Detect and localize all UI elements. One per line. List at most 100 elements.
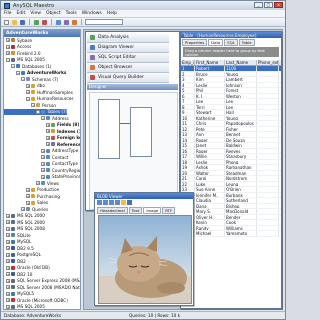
tree-node[interactable]: + DB2 10: [4, 271, 32, 277]
title-bar[interactable]: AnySQL Maestro _ □ x: [1, 1, 285, 10]
tree-node[interactable]: − MS SQL 2005: [4, 57, 45, 63]
table-cell[interactable]: Michael: [195, 231, 225, 236]
disconnect-icon[interactable]: [41, 19, 48, 26]
table-cell[interactable]: 3: [181, 77, 195, 82]
table-cell[interactable]: Claudia: [195, 198, 225, 203]
expand-icon[interactable]: +: [6, 291, 10, 296]
table-cell[interactable]: 1: [181, 66, 195, 71]
menu-object[interactable]: Object: [46, 11, 61, 16]
expand-icon[interactable]: +: [26, 187, 30, 192]
table-cell[interactable]: [257, 209, 279, 214]
tree-node[interactable]: + References (1): [4, 141, 80, 147]
expand-icon[interactable]: +: [6, 239, 10, 244]
expand-icon[interactable]: +: [6, 304, 10, 309]
table-cell[interactable]: Terri: [195, 104, 225, 109]
table-cell[interactable]: Baldwin: [225, 143, 257, 148]
expand-icon[interactable]: +: [26, 90, 30, 94]
expand-icon[interactable]: +: [26, 200, 30, 205]
tree-node[interactable]: − Tables (7): [4, 108, 68, 115]
table-cell[interactable]: [257, 93, 279, 98]
collapse-icon[interactable]: −: [21, 77, 25, 81]
table-cell[interactable]: Young: [225, 115, 257, 120]
table-cell[interactable]: Weston: [225, 93, 257, 98]
table-cell[interactable]: Ashok: [195, 165, 225, 170]
table-cell[interactable]: [257, 159, 279, 164]
menu-view[interactable]: View: [30, 11, 41, 16]
tree-node[interactable]: + MS SQL 2000: [4, 213, 45, 219]
collapse-icon[interactable]: −: [41, 116, 45, 120]
table-cell[interactable]: [257, 77, 279, 82]
table-cell[interactable]: Roger: [195, 148, 225, 153]
tree-node[interactable]: − AdventureWorks: [4, 70, 66, 76]
menu-tools[interactable]: Tools: [66, 11, 77, 16]
tree-node[interactable]: + Purchasing: [4, 193, 60, 199]
expand-icon[interactable]: +: [46, 142, 50, 146]
tree-node[interactable]: + MS SQL 2000: [4, 219, 45, 225]
designer-item[interactable]: Diagram Viewer: [87, 43, 169, 53]
table-cell[interactable]: [257, 214, 279, 219]
table-cell[interactable]: [257, 88, 279, 93]
table-cell[interactable]: Johnson: [225, 82, 257, 87]
column-header[interactable]: Last_Name: [225, 60, 257, 65]
table-cell[interactable]: [257, 225, 279, 230]
table-cell[interactable]: 17: [181, 154, 195, 159]
tree-node[interactable]: + MySQL: [4, 239, 31, 245]
table-cell[interactable]: 7: [181, 99, 195, 104]
expand-icon[interactable]: +: [46, 135, 50, 140]
expand-icon[interactable]: +: [26, 194, 30, 198]
table-cell[interactable]: [257, 198, 279, 203]
table-cell[interactable]: 12: [181, 126, 195, 131]
table-cell[interactable]: Papadopoulos: [225, 121, 257, 126]
expand-icon[interactable]: +: [46, 122, 50, 127]
table-cell[interactable]: Carol: [195, 176, 225, 181]
tree-node[interactable]: + Foreign keys (1): [4, 135, 80, 141]
tab-hexadecimal[interactable]: Hexadecimal: [97, 207, 128, 214]
table-cell[interactable]: Jennifer M.: [195, 192, 225, 197]
expand-icon[interactable]: +: [6, 278, 10, 283]
table-cell[interactable]: 13: [181, 132, 195, 137]
designer-item[interactable]: Visual Query Builder: [87, 73, 169, 83]
table-cell[interactable]: Reeves: [225, 148, 257, 153]
table-cell[interactable]: 6: [181, 93, 195, 98]
expand-icon[interactable]: +: [41, 148, 45, 153]
minimize-button[interactable]: _: [254, 2, 263, 8]
expand-icon[interactable]: +: [41, 174, 45, 179]
table-cell[interactable]: Hall: [225, 110, 257, 115]
column-header[interactable]: Phone_ext: [257, 60, 279, 65]
connect-icon[interactable]: [33, 19, 40, 26]
table-cell[interactable]: [257, 104, 279, 109]
expand-icon[interactable]: +: [6, 298, 10, 302]
table-cell[interactable]: 15: [181, 143, 195, 148]
table-cell[interactable]: Leung: [225, 181, 257, 186]
table-cell[interactable]: Lee: [225, 99, 257, 104]
column-header[interactable]: First_Name: [195, 60, 225, 65]
table-cell[interactable]: 18: [181, 159, 195, 164]
table-cell[interactable]: Lee: [195, 99, 225, 104]
table-cell[interactable]: K. J.: [195, 93, 225, 98]
table-cell[interactable]: Phil: [195, 88, 225, 93]
expand-icon[interactable]: +: [41, 155, 45, 159]
table-cell[interactable]: Forest: [225, 88, 257, 93]
table-cell[interactable]: Leslie: [195, 82, 225, 87]
collapse-icon[interactable]: −: [16, 70, 20, 75]
expand-icon[interactable]: +: [6, 220, 10, 224]
tree-node[interactable]: + Indexes (1): [4, 128, 80, 134]
expand-icon[interactable]: +: [6, 213, 10, 218]
expand-icon[interactable]: +: [6, 265, 10, 270]
expand-icon[interactable]: +: [6, 38, 10, 42]
table-cell[interactable]: 14: [181, 137, 195, 142]
menu-edit[interactable]: Edit: [17, 11, 26, 16]
table-cell[interactable]: Katherine: [195, 115, 225, 120]
collapse-icon[interactable]: −: [36, 109, 40, 114]
table-cell[interactable]: Chris: [195, 121, 225, 126]
prev-icon[interactable]: [103, 200, 108, 205]
expand-icon[interactable]: +: [6, 51, 10, 55]
table-cell[interactable]: [257, 121, 279, 126]
menu-help[interactable]: Help: [107, 11, 117, 16]
load-icon[interactable]: [121, 200, 126, 205]
save-blob-icon[interactable]: [127, 200, 132, 205]
table-cell[interactable]: Kim: [195, 77, 225, 82]
tree-node[interactable]: + Contact: [4, 154, 68, 160]
tree-node[interactable]: + Production: [4, 187, 59, 193]
maximize-button[interactable]: □: [264, 2, 273, 8]
